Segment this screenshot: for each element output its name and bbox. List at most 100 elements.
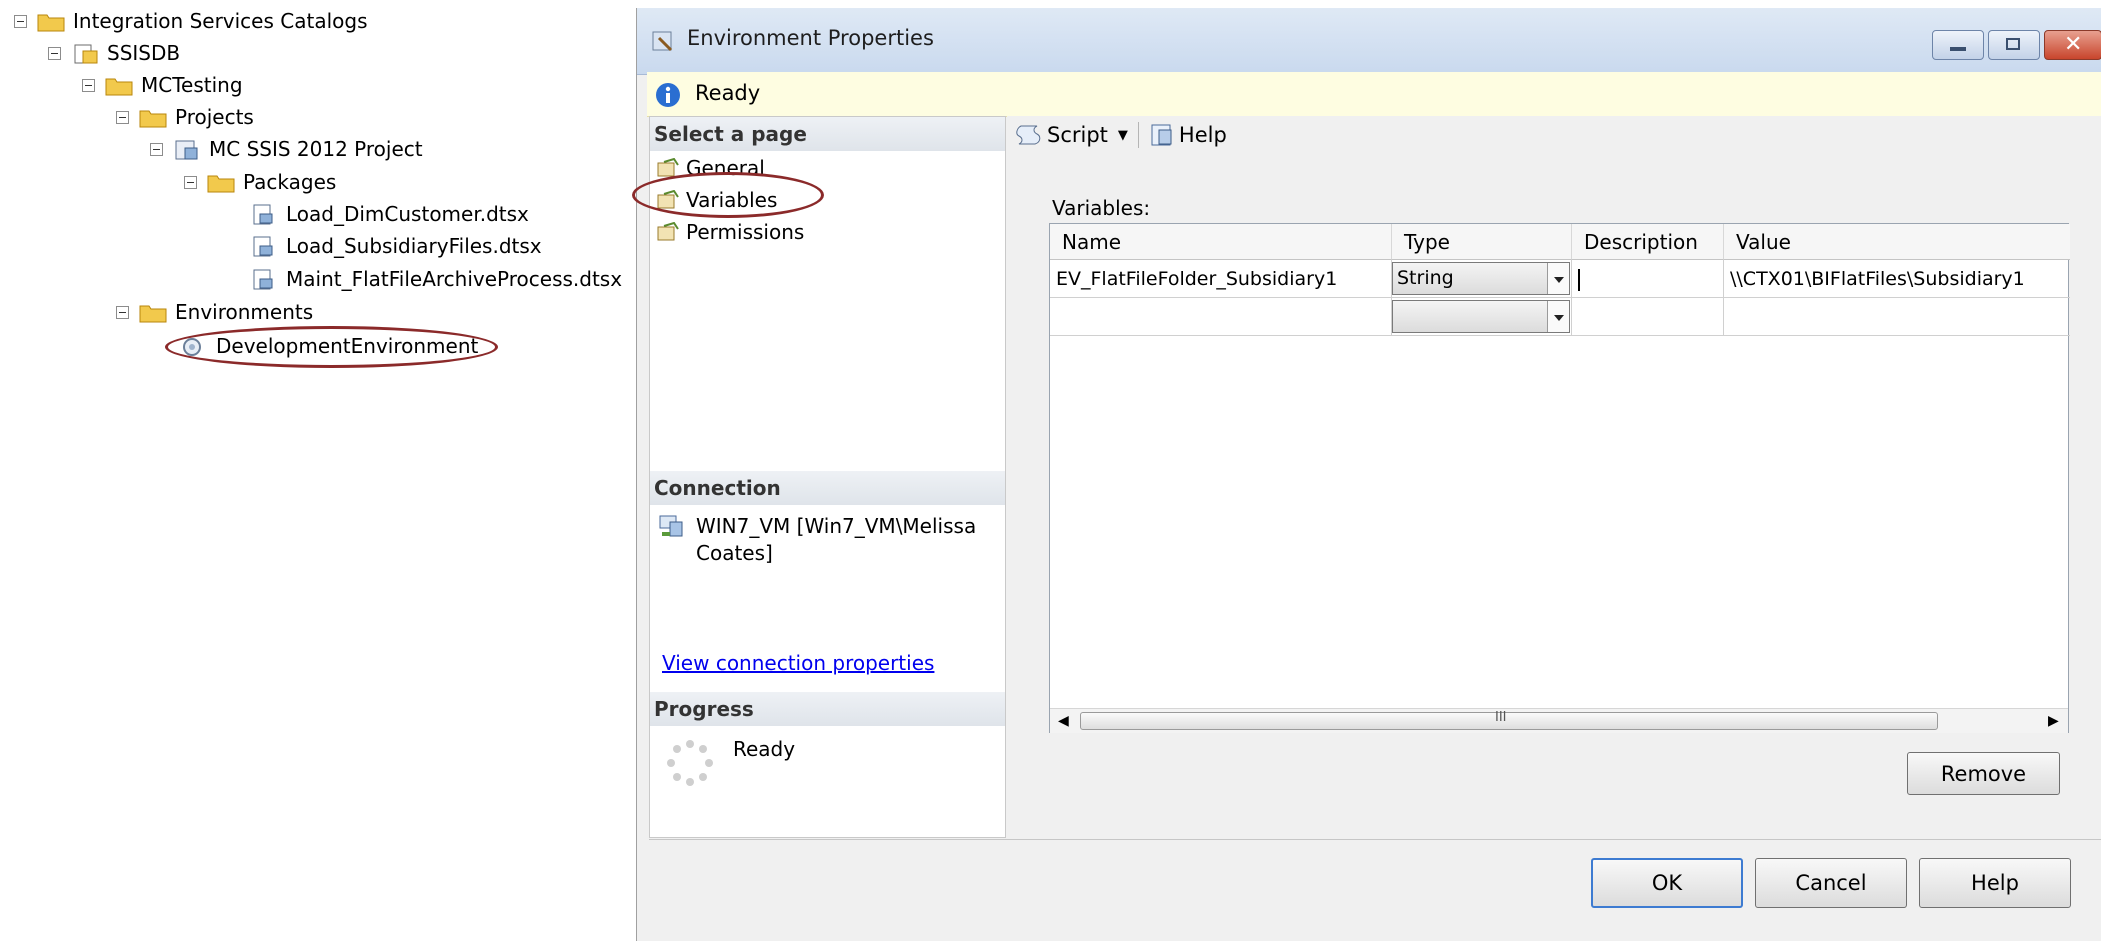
project-icon (175, 140, 198, 159)
text-cursor (1578, 268, 1580, 291)
scrollbar-thumb[interactable]: III (1080, 710, 1938, 730)
package-file-icon (253, 236, 273, 256)
view-connection-properties-link[interactable]: View connection properties (662, 651, 934, 675)
highlight-circle (632, 172, 824, 218)
toolbar-separator (1137, 122, 1139, 148)
help-book-icon (1151, 124, 1172, 146)
tree-node-project[interactable]: MC SSIS 2012 Project (150, 134, 423, 164)
page-icon (657, 222, 679, 241)
tree-node-mctesting[interactable]: MCTesting (82, 70, 243, 100)
highlight-circle (165, 326, 498, 368)
column-header-name[interactable]: Name (1050, 224, 1392, 260)
collapse-icon[interactable] (14, 14, 27, 28)
help-button[interactable]: Help (1919, 858, 2071, 908)
page-label: Permissions (686, 220, 805, 244)
variables-label: Variables: (1052, 196, 1151, 220)
tree-node-environments[interactable]: Environments (116, 297, 313, 327)
footer-divider (649, 839, 2101, 840)
tree-label: MC SSIS 2012 Project (209, 137, 423, 161)
tree-node-ssisdb[interactable]: SSISDB (48, 38, 180, 68)
cell-name[interactable] (1050, 298, 1392, 336)
select-page-header: Select a page (650, 117, 1005, 151)
script-icon (1016, 125, 1041, 145)
tree-label: SSISDB (107, 41, 181, 65)
properties-icon (652, 31, 673, 52)
info-icon (656, 83, 680, 107)
left-pane: Select a page General Variables Permissi… (649, 116, 1006, 838)
tree-node-package[interactable]: Load_SubsidiaryFiles.dtsx (250, 231, 542, 261)
scroll-left-arrow-icon[interactable]: ◀ (1058, 709, 1069, 733)
dropdown-arrow-icon[interactable] (1547, 301, 1569, 332)
dropdown-arrow-icon[interactable] (1547, 263, 1569, 294)
column-header-description[interactable]: Description (1572, 224, 1724, 260)
tree-node-packages[interactable]: Packages (184, 167, 336, 197)
folder-icon (37, 14, 65, 31)
collapse-icon[interactable] (116, 110, 129, 124)
tree-label: Environments (175, 300, 314, 324)
column-header-type[interactable]: Type (1392, 224, 1572, 260)
cell-description[interactable] (1572, 298, 1724, 336)
cell-name[interactable]: EV_FlatFileFolder_Subsidiary1 (1050, 260, 1392, 298)
right-pane: Script ▼ Help Variables: Name Type Descr… (1007, 116, 2101, 838)
remove-button[interactable]: Remove (1907, 752, 2060, 795)
object-explorer-tree: Integration Services Catalogs SSISDB MCT… (0, 0, 640, 941)
type-combobox[interactable]: String (1392, 262, 1570, 295)
cancel-button[interactable]: Cancel (1755, 858, 1907, 908)
close-icon: ✕ (2064, 32, 2083, 57)
toolbar: Script ▼ Help (1015, 122, 1227, 148)
tree-label: Packages (243, 170, 337, 194)
collapse-icon[interactable] (48, 46, 61, 60)
progress-spinner-icon (667, 740, 713, 786)
package-file-icon (253, 204, 273, 224)
folder-icon (139, 110, 167, 127)
variables-grid[interactable]: Name Type Description Value EV_FlatFileF… (1049, 223, 2070, 733)
progress-status: Ready (733, 737, 796, 761)
tree-node-package[interactable]: Maint_FlatFileArchiveProcess.dtsx (250, 264, 622, 294)
status-text: Ready (695, 81, 761, 105)
progress-header: Progress (650, 692, 1005, 726)
dialog-title: Environment Properties (687, 26, 934, 50)
tree-node-catalogs[interactable]: Integration Services Catalogs (14, 6, 367, 36)
title-bar[interactable]: Environment Properties ✕ (637, 8, 2101, 75)
connection-header: Connection (650, 471, 1005, 505)
collapse-icon[interactable] (82, 78, 95, 92)
tree-node-package[interactable]: Load_DimCustomer.dtsx (250, 199, 529, 229)
tree-label: Integration Services Catalogs (73, 9, 368, 33)
page-permissions[interactable]: Permissions (656, 217, 804, 247)
dropdown-arrow-icon[interactable]: ▼ (1118, 128, 1128, 143)
scrollbar-grip: III (1495, 710, 1507, 725)
tree-node-projects[interactable]: Projects (116, 102, 254, 132)
package-file-icon (253, 269, 273, 289)
folder-icon (139, 305, 167, 322)
collapse-icon[interactable] (150, 142, 163, 156)
minimize-button[interactable] (1932, 30, 1984, 60)
script-button[interactable]: Script ▼ (1015, 122, 1128, 148)
collapse-icon[interactable] (116, 305, 129, 319)
collapse-icon[interactable] (184, 175, 197, 189)
folder-icon (207, 175, 235, 192)
type-combobox[interactable] (1392, 300, 1570, 333)
catalog-database-icon (74, 44, 98, 63)
help-label: Help (1178, 123, 1227, 147)
connection-text: WIN7_VM [Win7_VM\Melissa Coates] (696, 514, 977, 565)
ok-button[interactable]: OK (1591, 858, 1743, 908)
cell-value[interactable]: \\CTX01\BIFlatFiles\Subsidiary1 (1724, 260, 2070, 298)
environment-properties-dialog: Environment Properties ✕ Ready Select a … (632, 8, 2101, 941)
horizontal-scrollbar[interactable]: ◀ III ▶ (1050, 708, 2068, 733)
cell-value[interactable] (1724, 298, 2070, 336)
folder-icon (105, 78, 133, 95)
close-button[interactable]: ✕ (2044, 30, 2101, 60)
tree-label: Load_SubsidiaryFiles.dtsx (286, 234, 542, 258)
help-toolbar-button[interactable]: Help (1149, 122, 1227, 148)
script-label: Script (1047, 123, 1108, 147)
scroll-right-arrow-icon[interactable]: ▶ (2048, 709, 2059, 733)
tree-label: MCTesting (141, 73, 243, 97)
cell-description[interactable] (1572, 260, 1724, 298)
tree-label: Projects (175, 105, 254, 129)
maximize-button[interactable] (1988, 30, 2040, 60)
cell-type[interactable]: String (1392, 260, 1572, 298)
cell-type[interactable] (1392, 298, 1572, 336)
tree-label: Load_DimCustomer.dtsx (286, 202, 529, 226)
server-icon (659, 515, 683, 537)
column-header-value[interactable]: Value (1724, 224, 2070, 260)
